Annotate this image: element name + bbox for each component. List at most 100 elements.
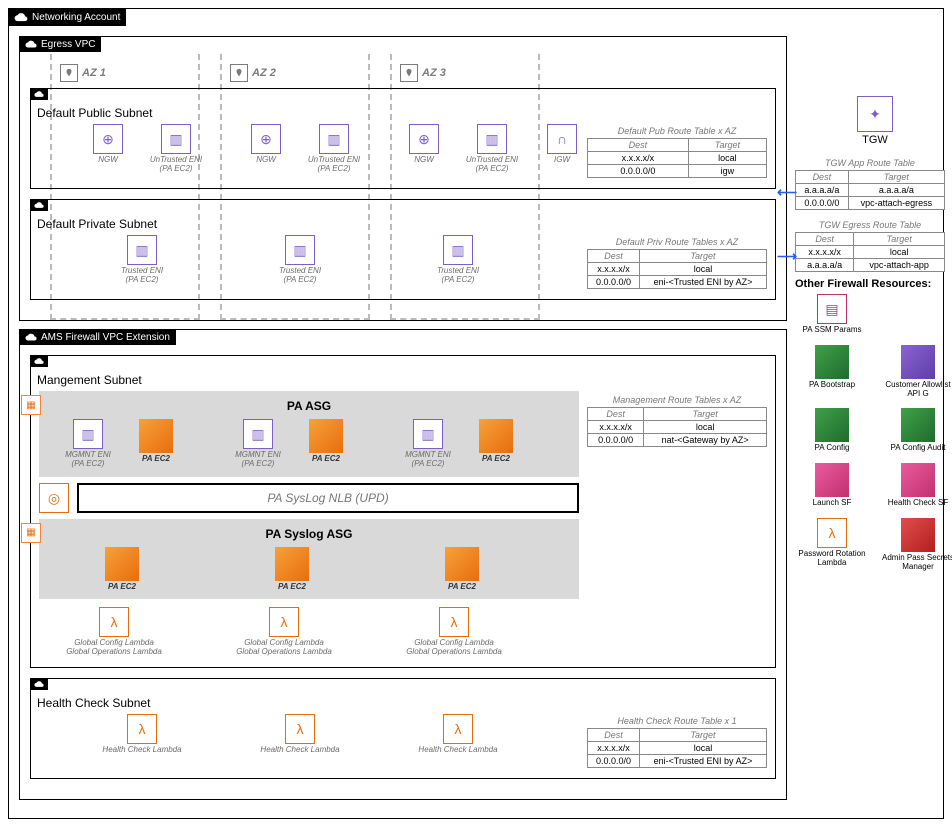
route-caption: Default Pub Route Table x AZ (587, 124, 767, 138)
eni-label: UnTrusted ENI(PA EC2) (150, 156, 202, 174)
cloud-lock-icon (34, 200, 44, 210)
ec2-icon (139, 419, 173, 453)
ec2-icon (275, 547, 309, 581)
ec2-label: PA EC2 (448, 583, 476, 592)
lambda-label: Health Check Lambda (102, 746, 181, 755)
egress-vpc-container: Egress VPC AZ 1 AZ 2 AZ 3 (19, 36, 787, 321)
cloud-lock-icon (34, 356, 44, 366)
eni-icon: ▥ (319, 124, 349, 154)
az-pin-icon (230, 64, 248, 82)
health-route-table: Health Check Route Table x 1 DestTarget … (587, 714, 767, 768)
public-route-table: Default Pub Route Table x AZ DestTarget … (587, 124, 767, 178)
cloud-lock-icon (34, 89, 44, 99)
eni-icon: ▥ (73, 419, 103, 449)
eni-icon: ▥ (443, 235, 473, 265)
subnet-icon-header (30, 199, 48, 211)
nat-gateway-icon: ⊕ (409, 124, 439, 154)
ec2-label: PA EC2 (482, 455, 510, 464)
pa-asg-title: PA ASG (47, 399, 571, 413)
lambda-icon: λ (439, 607, 469, 637)
health-subnet-title: Health Check Subnet (31, 693, 775, 710)
eni-label: UnTrusted ENI(PA EC2) (308, 156, 360, 174)
account-title: Networking Account (32, 12, 120, 23)
eni-label: MGMNT ENI(PA EC2) (235, 451, 281, 469)
nat-gateway-icon: ⊕ (93, 124, 123, 154)
asg-icon: ▦ (21, 523, 41, 543)
subnet-icon-header (30, 88, 48, 100)
az-pin-icon (60, 64, 78, 82)
route-caption: TGW Egress Route Table (795, 218, 945, 232)
res-label: PA Config (815, 444, 850, 453)
nlb-icon: ◎ (39, 483, 69, 513)
ngw-label: NGW (256, 156, 276, 165)
eni-label: UnTrusted ENI(PA EC2) (466, 156, 518, 174)
lambda-label: Global Config LambdaGlobal Operations La… (406, 639, 502, 657)
step-functions-icon (901, 463, 935, 497)
mgmt-route-table: Management Route Tables x AZ DestTarget … (587, 393, 767, 447)
eni-icon: ▥ (477, 124, 507, 154)
syslog-asg-band: ▦ PA Syslog ASG PA EC2 PA EC2 PA EC2 (39, 519, 579, 600)
account-header: Networking Account (8, 8, 126, 26)
secrets-manager-icon (901, 518, 935, 552)
res-label: Launch SF (813, 499, 852, 508)
az-label: AZ 2 (252, 67, 276, 79)
route-caption: Health Check Route Table x 1 (587, 714, 767, 728)
lambda-icon: λ (99, 607, 129, 637)
private-subnet-title: Default Private Subnet (31, 214, 775, 231)
lambda-icon: λ (443, 714, 473, 744)
cloud-icon (25, 331, 37, 343)
lambda-label: Global Config LambdaGlobal Operations La… (66, 639, 162, 657)
networking-account-container: Networking Account Egress VPC AZ 1 (8, 8, 944, 819)
res-label: Password Rotation Lambda (795, 550, 869, 568)
eni-icon: ▥ (161, 124, 191, 154)
mgmt-subnet-title: Mangement Subnet (31, 370, 775, 387)
route-caption: Default Priv Route Tables x AZ (587, 235, 767, 249)
tgw-egress-route-table: TGW Egress Route Table DestTarget x.x.x.… (795, 218, 945, 272)
ec2-icon (309, 419, 343, 453)
res-label: Health Check SF (888, 499, 948, 508)
eni-icon: ▥ (285, 235, 315, 265)
private-subnet: Default Private Subnet ▥ Trusted ENI(PA E… (30, 199, 776, 300)
ec2-icon (445, 547, 479, 581)
eni-label: Trusted ENI(PA EC2) (121, 267, 163, 285)
lambda-icon: λ (127, 714, 157, 744)
ec2-icon (479, 419, 513, 453)
az-pin-icon (400, 64, 418, 82)
public-subnet-title: Default Public Subnet (31, 103, 775, 120)
lambda-label: Global Config LambdaGlobal Operations La… (236, 639, 332, 657)
eni-label: MGMNT ENI(PA EC2) (405, 451, 451, 469)
fw-header: AMS Firewall VPC Extension (19, 329, 176, 345)
pa-asg-band: ▦ PA ASG ▥MGMNT ENI(PA EC2) PA EC2 (39, 391, 579, 477)
ngw-label: NGW (98, 156, 118, 165)
other-resources-title: Other Firewall Resources: (795, 278, 931, 290)
lambda-label: Health Check Lambda (418, 746, 497, 755)
s3-bucket-icon (901, 408, 935, 442)
ec2-icon (105, 547, 139, 581)
res-label: PA SSM Params (803, 326, 862, 335)
egress-header: Egress VPC (19, 36, 101, 52)
step-functions-icon (815, 463, 849, 497)
az-label: AZ 3 (422, 67, 446, 79)
az-row: AZ 1 AZ 2 AZ 3 (60, 64, 776, 82)
mgmt-subnet: Mangement Subnet ▦ PA ASG ▥MGMNT ENI(PA (30, 355, 776, 668)
lambda-label: Health Check Lambda (260, 746, 339, 755)
s3-bucket-icon (815, 408, 849, 442)
firewall-vpc-container: AMS Firewall VPC Extension Mangement Sub… (19, 329, 787, 800)
cloud-icon (14, 10, 28, 24)
api-gateway-icon (901, 345, 935, 379)
lambda-icon: λ (269, 607, 299, 637)
eni-label: Trusted ENI(PA EC2) (279, 267, 321, 285)
az-label: AZ 1 (82, 67, 106, 79)
res-label: PA Bootstrap (809, 381, 855, 390)
tgw-app-route-table: TGW App Route Table DestTarget a.a.a.a/a… (795, 156, 945, 210)
nlb-row: ◎ PA SysLog NLB (UPD) (39, 483, 579, 513)
ec2-label: PA EC2 (278, 583, 306, 592)
asg-icon: ▦ (21, 395, 41, 415)
tgw-label: TGW (862, 134, 888, 146)
route-caption: TGW App Route Table (795, 156, 945, 170)
arrow-icon: ⟵ (777, 184, 797, 201)
arrow-icon: ⟶ (777, 248, 797, 265)
subnet-icon-header (30, 678, 48, 690)
lambda-icon: λ (817, 518, 847, 548)
res-label: Admin Pass Secrets Manager (881, 554, 952, 572)
